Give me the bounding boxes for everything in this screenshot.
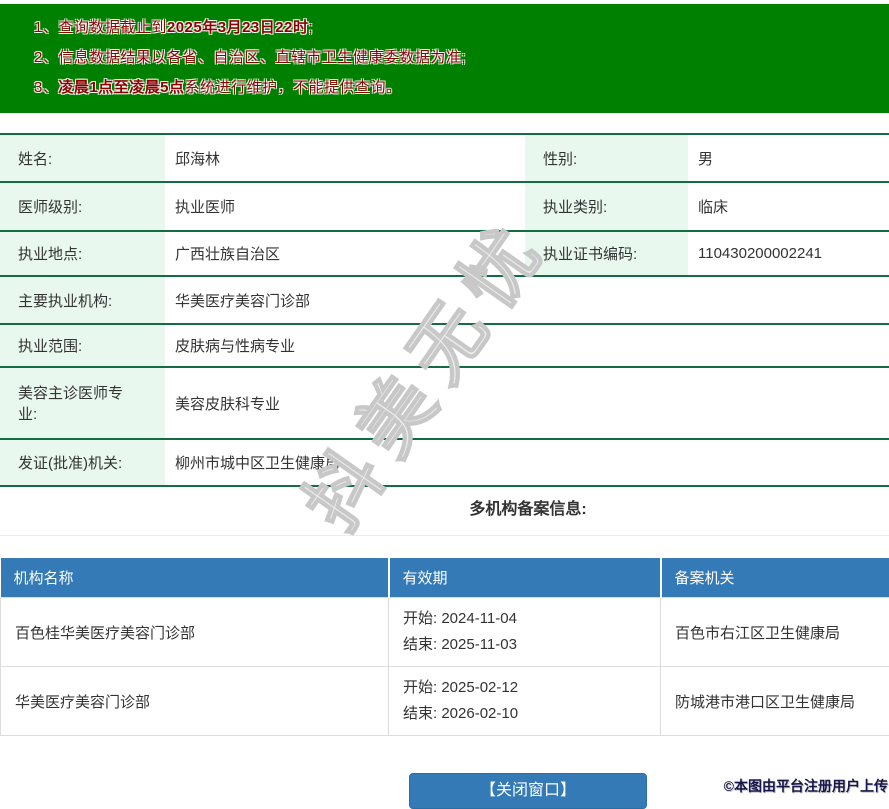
record-1-start-line: 开始: 2024-11-04	[403, 606, 652, 632]
record-2-start-label: 开始:	[403, 679, 437, 696]
records-header-org: 机构名称	[1, 558, 389, 598]
scope-label: 执业范围:	[18, 335, 82, 356]
profile-row-main-org: 主要执业机构: 华美医疗美容门诊部	[0, 276, 889, 324]
notice-line-3-number: 3、	[34, 79, 58, 96]
records-header-row: 机构名称 有效期 备案机关	[1, 558, 889, 598]
notice-banner: 1、查询数据截止到2025年3月23日22时; 2、信息数据结果以各省、自治区、…	[0, 4, 889, 113]
level-label-cell: 医师级别:	[0, 182, 165, 231]
notice-line-2: 2、信息数据结果以各省、自治区、直辖市卫生健康委数据为准;	[34, 43, 889, 73]
notice-line-2-number: 2、	[34, 49, 58, 66]
main-org-label-cell: 主要执业机构:	[0, 276, 165, 324]
profile-row-issuer: 发证(批准)机关: 柳州市城中区卫生健康局	[0, 439, 889, 486]
record-2-start-date: 2025-02-12	[441, 679, 518, 696]
record-row-1: 百色桂华美医疗美容门诊部 开始: 2024-11-04 结束: 2025-11-…	[1, 598, 889, 667]
record-2-authority: 防城港市港口区卫生健康局	[661, 667, 889, 736]
record-1-validity: 开始: 2024-11-04 结束: 2025-11-03	[389, 598, 661, 667]
location-label: 执业地点:	[18, 243, 82, 264]
notice-line-2-text: 信息数据结果以各省、自治区、直辖市卫生健康委数据为准;	[58, 49, 466, 66]
profile-table: 姓名: 邱海林 性别: 男 医师级别: 执业医师 执业类别: 临床 执业地点: …	[0, 133, 889, 487]
specialty-label: 美容主诊医师专业:	[18, 382, 130, 424]
record-1-end-label: 结束:	[403, 636, 437, 653]
specialty-value: 美容皮肤科专业	[165, 367, 889, 439]
main-org-value: 华美医疗美容门诊部	[165, 276, 889, 324]
category-label-cell: 执业类别:	[525, 182, 688, 231]
section-title-multi-org: 多机构备案信息:	[0, 499, 889, 521]
main-org-label: 主要执业机构:	[18, 290, 112, 311]
records-header-validity: 有效期	[389, 558, 661, 598]
page-container: 1、查询数据截止到2025年3月23日22时; 2、信息数据结果以各省、自治区、…	[0, 4, 889, 809]
gender-value: 男	[688, 134, 889, 182]
name-value: 邱海林	[165, 134, 525, 182]
record-1-start-label: 开始:	[403, 610, 437, 627]
profile-row-name-gender: 姓名: 邱海林 性别: 男	[0, 134, 889, 182]
records-header-authority: 备案机关	[661, 558, 889, 598]
notice-line-1: 1、查询数据截止到2025年3月23日22时;	[34, 13, 889, 43]
specialty-label-cell: 美容主诊医师专业:	[0, 367, 165, 439]
record-2-end-label: 结束:	[403, 705, 437, 722]
notice-line-3-post: 系统进行维护，不能提供查询。	[185, 79, 402, 96]
issuer-label: 发证(批准)机关:	[18, 452, 122, 473]
location-value: 广西壮族自治区	[165, 231, 525, 276]
record-2-end-line: 结束: 2026-02-10	[403, 701, 652, 727]
level-label: 医师级别:	[18, 196, 82, 217]
name-label: 姓名:	[18, 148, 52, 169]
category-label: 执业类别:	[543, 196, 607, 217]
gender-label: 性别:	[543, 148, 577, 169]
notice-line-1-number: 1、	[34, 19, 58, 36]
category-value: 临床	[688, 182, 889, 231]
notice-line-3-bold: 凌晨1点至凌晨5点	[58, 79, 184, 96]
name-label-cell: 姓名:	[0, 134, 165, 182]
cert-number-label: 执业证书编码:	[543, 243, 637, 264]
record-2-start-line: 开始: 2025-02-12	[403, 675, 652, 701]
notice-line-1-post: ;	[308, 19, 313, 36]
profile-row-level-category: 医师级别: 执业医师 执业类别: 临床	[0, 182, 889, 231]
cert-number-value: 110430200002241	[688, 231, 889, 276]
record-1-end-date: 2025-11-03	[441, 636, 517, 653]
notice-line-1-bold: 2025年3月23日22时	[167, 19, 309, 36]
issuer-label-cell: 发证(批准)机关:	[0, 439, 165, 486]
record-2-org: 华美医疗美容门诊部	[1, 667, 389, 736]
record-2-end-date: 2026-02-10	[441, 705, 518, 722]
records-table: 机构名称 有效期 备案机关 百色桂华美医疗美容门诊部 开始: 2024-11-0…	[0, 558, 889, 736]
scope-value: 皮肤病与性病专业	[165, 324, 889, 367]
record-1-start-date: 2024-11-04	[441, 610, 517, 627]
profile-row-specialty: 美容主诊医师专业: 美容皮肤科专业	[0, 367, 889, 439]
record-row-2: 华美医疗美容门诊部 开始: 2025-02-12 结束: 2026-02-10 …	[1, 667, 889, 736]
profile-row-scope: 执业范围: 皮肤病与性病专业	[0, 324, 889, 367]
record-2-validity: 开始: 2025-02-12 结束: 2026-02-10	[389, 667, 661, 736]
record-1-org: 百色桂华美医疗美容门诊部	[1, 598, 389, 667]
profile-row-location-cert: 执业地点: 广西壮族自治区 执业证书编码: 110430200002241	[0, 231, 889, 276]
record-1-authority: 百色市右江区卫生健康局	[661, 598, 889, 667]
close-window-button[interactable]: 【关闭窗口】	[409, 773, 647, 809]
gender-label-cell: 性别:	[525, 134, 688, 182]
cert-number-label-cell: 执业证书编码:	[525, 231, 688, 276]
scope-label-cell: 执业范围:	[0, 324, 165, 367]
location-label-cell: 执业地点:	[0, 231, 165, 276]
notice-line-1-text: 查询数据截止到	[58, 19, 167, 36]
level-value: 执业医师	[165, 182, 525, 231]
section-divider	[0, 535, 889, 536]
notice-line-3: 3、凌晨1点至凌晨5点系统进行维护，不能提供查询。	[34, 73, 889, 103]
record-1-end-line: 结束: 2025-11-03	[403, 632, 652, 658]
issuer-value: 柳州市城中区卫生健康局	[165, 439, 889, 486]
